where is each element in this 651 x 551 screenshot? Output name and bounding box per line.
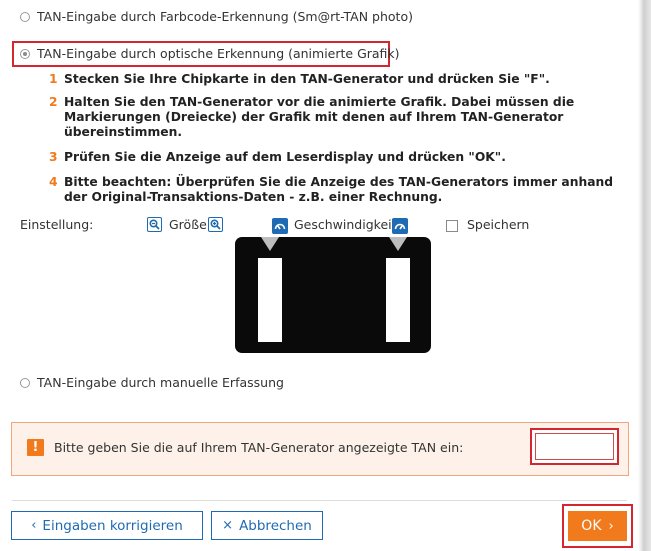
tan-entry-panel: ! Bitte geben Sie die auf Ihrem TAN-Gene… (11, 422, 629, 476)
highlight-box-tan-input (530, 428, 619, 465)
step-number: 2 (49, 95, 58, 109)
tan-input[interactable] (535, 433, 614, 460)
step-number: 4 (49, 175, 58, 189)
zoom-out-icon[interactable] (147, 217, 162, 232)
radio-button-selected[interactable] (20, 48, 30, 59)
size-label: Größe (169, 217, 207, 232)
marker-triangle-right (389, 237, 407, 251)
divider (12, 500, 627, 501)
ok-label: OK (581, 518, 602, 534)
zoom-in-icon[interactable] (208, 217, 223, 232)
flicker-bar-left (258, 258, 282, 342)
correct-entries-button[interactable]: ‹ Eingaben korrigieren (11, 511, 203, 540)
save-label: Speichern (467, 217, 530, 232)
step-item: 4 Bitte beachten: Überprüfen Sie die Anz… (49, 175, 619, 205)
step-item: 3 Prüfen Sie die Anzeige auf dem Leserdi… (49, 150, 619, 165)
speed-slower-icon[interactable] (272, 218, 288, 234)
step-number: 1 (49, 72, 58, 86)
close-icon: × (222, 518, 234, 533)
radio-label: TAN-Eingabe durch optische Erkennung (an… (37, 46, 400, 61)
save-checkbox[interactable] (446, 220, 458, 232)
radio-option-optical[interactable]: TAN-Eingabe durch optische Erkennung (an… (20, 46, 400, 61)
speed-faster-icon[interactable] (392, 218, 408, 234)
window-shadow-edge (638, 0, 651, 551)
radio-button[interactable] (20, 11, 30, 22)
chevron-left-icon: ‹ (31, 518, 37, 533)
radio-label: TAN-Eingabe durch Farbcode-Erkennung (Sm… (37, 9, 413, 24)
tan-prompt-label: Bitte geben Sie die auf Ihrem TAN-Genera… (54, 440, 464, 455)
flicker-bar-right (386, 258, 410, 342)
highlight-box-ok-button: OK › (562, 504, 633, 548)
ok-button[interactable]: OK › (568, 511, 627, 541)
cancel-button[interactable]: × Abbrechen (211, 511, 323, 540)
chevron-right-icon: › (608, 518, 614, 534)
marker-triangle-left (261, 237, 279, 251)
speed-label: Geschwindigkeit (294, 217, 397, 232)
cancel-label: Abbrechen (239, 517, 312, 534)
step-item: 1 Stecken Sie Ihre Chipkarte in den TAN-… (49, 72, 619, 87)
step-text: Prüfen Sie die Anzeige auf dem Leserdisp… (64, 150, 506, 164)
warning-icon: ! (27, 439, 44, 456)
step-number: 3 (49, 150, 58, 164)
step-text: Bitte beachten: Überprüfen Sie die Anzei… (64, 175, 614, 204)
step-item: 2 Halten Sie den TAN-Generator vor die a… (49, 95, 619, 140)
radio-label: TAN-Eingabe durch manuelle Erfassung (37, 375, 284, 390)
radio-button[interactable] (20, 377, 30, 388)
flicker-graphic (235, 237, 431, 353)
settings-label: Einstellung: (20, 217, 94, 232)
step-text: Stecken Sie Ihre Chipkarte in den TAN-Ge… (64, 72, 550, 86)
correct-entries-label: Eingaben korrigieren (42, 517, 183, 534)
step-text: Halten Sie den TAN-Generator vor die ani… (64, 95, 575, 139)
radio-option-manual[interactable]: TAN-Eingabe durch manuelle Erfassung (20, 375, 284, 390)
radio-option-color-code[interactable]: TAN-Eingabe durch Farbcode-Erkennung (Sm… (20, 9, 413, 24)
